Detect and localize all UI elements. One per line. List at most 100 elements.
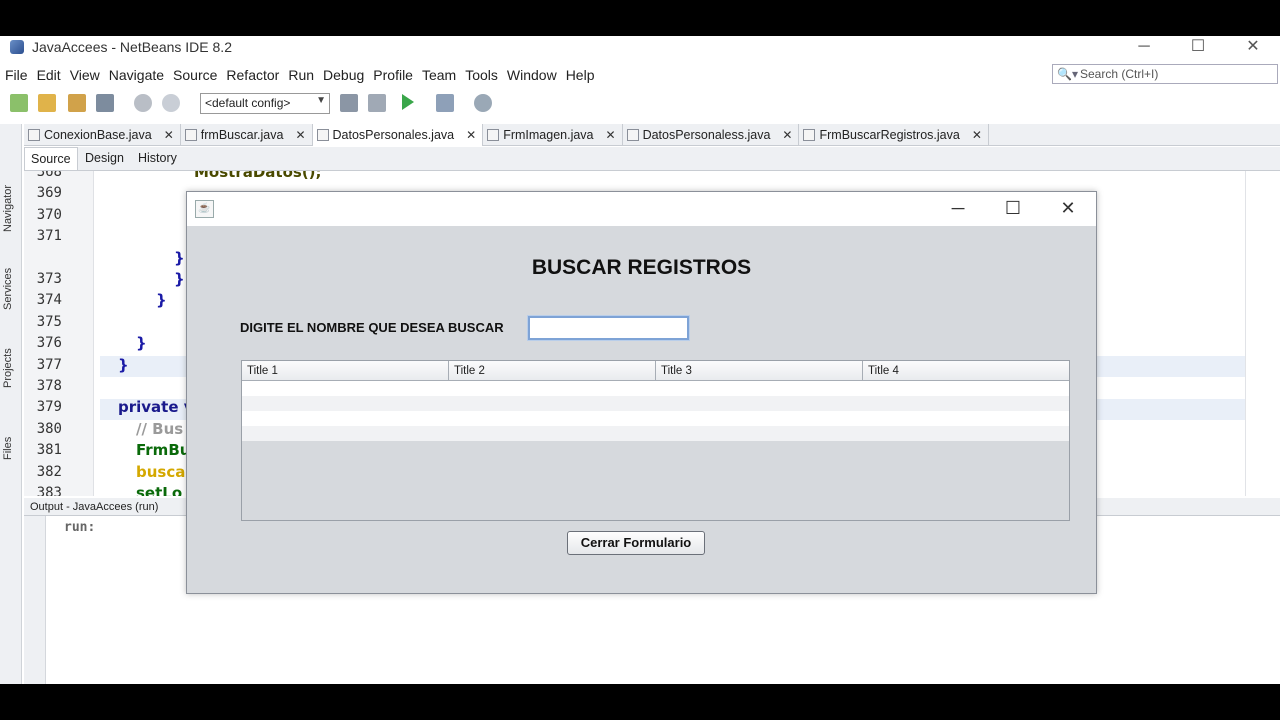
java-file-icon [316, 129, 329, 141]
tab-frmbuscarregistros[interactable]: FrmBuscarRegistros.java ✕ [799, 124, 989, 146]
editor-subtabs: Source Design History [24, 147, 1280, 171]
code-line: } [174, 270, 185, 288]
tab-conexionbase[interactable]: ConexionBase.java ✕ [24, 124, 181, 146]
table-row[interactable] [242, 426, 1069, 441]
table-header: Title 1 Title 2 Title 3 Title 4 [242, 361, 1069, 381]
subtab-source[interactable]: Source [24, 147, 78, 170]
menu-tools[interactable]: Tools [461, 64, 502, 86]
undo-icon[interactable] [134, 94, 152, 112]
side-tab-projects[interactable]: Projects [2, 348, 14, 388]
code-line: } [136, 334, 147, 353]
config-select[interactable]: <default config> ▼ [200, 93, 330, 114]
clean-build-icon[interactable] [368, 94, 386, 112]
menu-help[interactable]: Help [562, 64, 599, 86]
config-value: <default config> [205, 96, 291, 110]
tab-datospersonales[interactable]: DatosPersonales.java ✕ [312, 124, 484, 146]
line-number: 378 [36, 378, 62, 394]
debug-icon[interactable] [436, 94, 454, 112]
line-number: 368 [36, 171, 62, 180]
dialog-heading: BUSCAR REGISTROS [531, 256, 752, 279]
line-number: 376 [36, 335, 62, 352]
netbeans-window: JavaAccees - NetBeans IDE 8.2 ─ ☐ ✕ File… [0, 36, 1280, 684]
menu-source[interactable]: Source [169, 64, 221, 86]
menu-window[interactable]: Window [503, 64, 561, 86]
search-name-input[interactable] [530, 318, 687, 338]
tab-frmbuscar[interactable]: frmBuscar.java ✕ [181, 124, 313, 146]
tab-datospersonaless[interactable]: DatosPersonaless.java ✕ [623, 124, 800, 146]
column-header[interactable]: Title 2 [449, 361, 656, 381]
netbeans-logo-icon [10, 40, 24, 54]
line-number: 377 [36, 356, 62, 373]
side-tab-files[interactable]: Files [2, 437, 14, 460]
column-header[interactable]: Title 4 [863, 361, 1069, 381]
line-number: 375 [36, 313, 62, 330]
search-placeholder: Search (Ctrl+I) [1080, 67, 1159, 81]
save-all-icon[interactable] [96, 94, 114, 112]
close-tab-icon[interactable]: ✕ [972, 124, 982, 146]
line-number: 370 [36, 206, 62, 223]
tab-label: FrmBuscarRegistros.java [819, 128, 960, 142]
close-form-button[interactable]: Cerrar Formulario [567, 531, 705, 555]
subtab-design[interactable]: Design [79, 147, 130, 170]
title-bar: JavaAccees - NetBeans IDE 8.2 ─ ☐ ✕ [0, 36, 1280, 61]
output-toolbar [24, 516, 46, 684]
close-tab-icon[interactable]: ✕ [606, 124, 616, 146]
search-name-field[interactable] [527, 315, 690, 341]
build-icon[interactable] [340, 94, 358, 112]
results-table[interactable]: Title 1 Title 2 Title 3 Title 4 [241, 360, 1070, 521]
minimize-button[interactable]: ─ [1121, 36, 1167, 61]
side-tab-services[interactable]: Services [2, 268, 14, 310]
close-button[interactable]: ✕ [1230, 36, 1276, 61]
tab-label: FrmImagen.java [503, 128, 594, 142]
side-tab-navigator[interactable]: Navigator [2, 185, 14, 232]
close-tab-icon[interactable]: ✕ [295, 124, 305, 146]
run-icon[interactable] [402, 94, 414, 110]
line-number: 383 [36, 485, 62, 496]
column-header[interactable]: Title 1 [242, 361, 449, 381]
new-file-icon[interactable] [10, 94, 28, 112]
code-line: setLo [136, 484, 183, 496]
tab-label: frmBuscar.java [200, 128, 284, 142]
menu-view[interactable]: View [66, 64, 104, 86]
subtab-history[interactable]: History [132, 147, 183, 170]
menu-team[interactable]: Team [418, 64, 460, 86]
tab-label: DatosPersonaless.java [642, 128, 771, 142]
table-row[interactable] [242, 411, 1069, 426]
table-row[interactable] [242, 396, 1069, 411]
editor-scrollbar[interactable] [1245, 171, 1280, 496]
menu-debug[interactable]: Debug [319, 64, 368, 86]
line-number: 381 [36, 442, 62, 459]
menu-run[interactable]: Run [284, 64, 318, 86]
output-title: Output - JavaAccees (run) [30, 501, 159, 513]
menu-bar: File Edit View Navigate Source Refactor … [0, 64, 598, 86]
left-side-panel: Navigator Services Projects Files [0, 124, 22, 684]
column-header[interactable]: Title 3 [656, 361, 863, 381]
profile-icon[interactable] [474, 94, 492, 112]
table-row[interactable] [242, 381, 1069, 396]
tab-label: ConexionBase.java [44, 128, 152, 142]
tab-frmimagen[interactable]: FrmImagen.java ✕ [483, 124, 623, 146]
code-line: MostraDatos(); [194, 171, 322, 181]
menu-file[interactable]: File [1, 64, 32, 86]
maximize-button[interactable]: ☐ [1175, 36, 1221, 61]
dialog-close-button[interactable]: ✕ [1045, 192, 1091, 226]
close-tab-icon[interactable]: ✕ [782, 124, 792, 146]
main-toolbar: <default config> ▼ [0, 90, 1280, 116]
dialog-title-bar: ☕ ─ ☐ ✕ [187, 192, 1096, 226]
redo-icon[interactable] [162, 94, 180, 112]
code-line: } [118, 355, 129, 374]
menu-navigate[interactable]: Navigate [105, 64, 168, 86]
window-title: JavaAccees - NetBeans IDE 8.2 [32, 39, 232, 55]
java-file-icon [28, 129, 40, 141]
close-tab-icon[interactable]: ✕ [466, 124, 476, 146]
new-project-icon[interactable] [38, 94, 56, 112]
dialog-minimize-button[interactable]: ─ [935, 192, 981, 226]
close-tab-icon[interactable]: ✕ [164, 124, 174, 146]
dialog-maximize-button[interactable]: ☐ [990, 192, 1036, 226]
menu-edit[interactable]: Edit [33, 64, 65, 86]
line-number: 382 [36, 463, 62, 480]
search-input[interactable]: 🔍▾ Search (Ctrl+I) [1052, 64, 1278, 84]
open-project-icon[interactable] [68, 94, 86, 112]
menu-profile[interactable]: Profile [369, 64, 417, 86]
menu-refactor[interactable]: Refactor [222, 64, 283, 86]
